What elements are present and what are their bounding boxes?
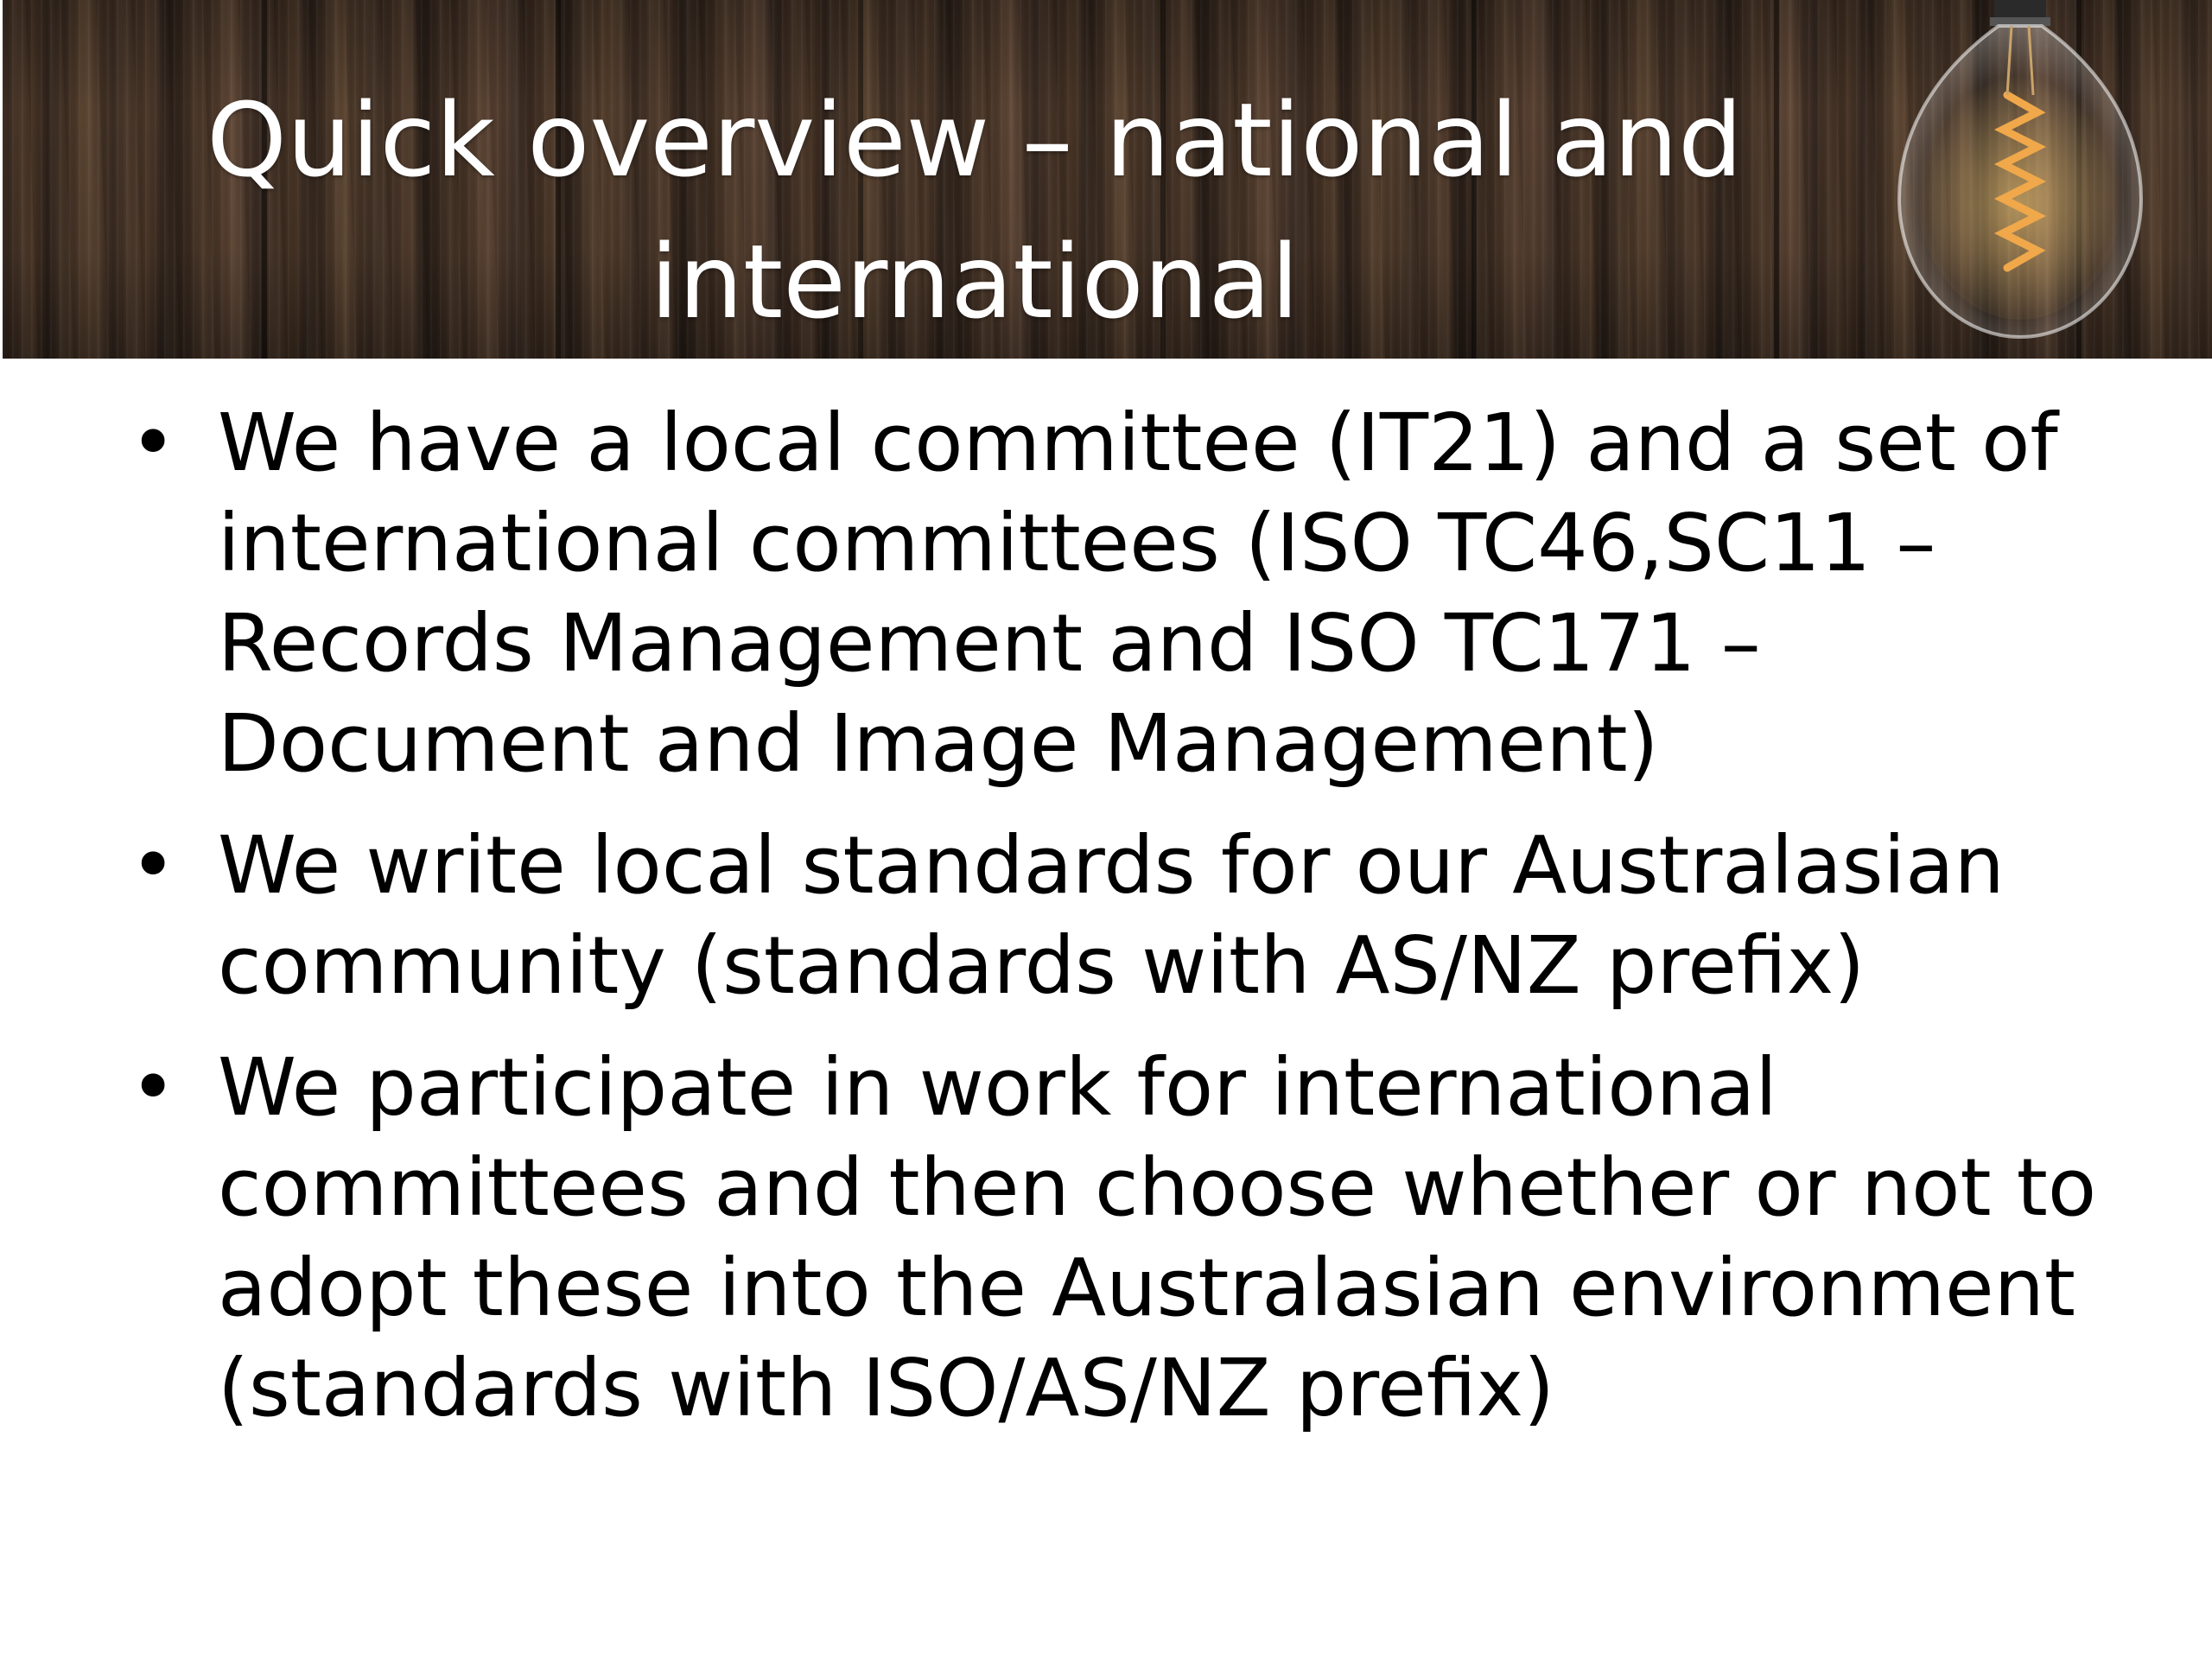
list-item: • We write local standards for our Austr…: [130, 816, 2143, 1016]
light-bulb-icon: [1897, 0, 2144, 340]
bullet-text: We have a local committee (IT21) and a s…: [218, 397, 2058, 790]
slide-title: Quick overview – national and internatio…: [207, 80, 1743, 341]
bullet-marker: •: [130, 1041, 177, 1134]
list-item: • We have a local committee (IT21) and a…: [130, 393, 2143, 794]
bullet-marker: •: [130, 397, 177, 489]
list-item: • We participate in work for internation…: [130, 1038, 2143, 1439]
bullet-text: We write local standards for our Austral…: [218, 819, 2005, 1012]
bullet-list: • We have a local committee (IT21) and a…: [130, 393, 2143, 1460]
bullet-marker: •: [130, 819, 177, 912]
bullet-text: We participate in work for international…: [218, 1041, 2097, 1434]
header-banner: Quick overview – national and internatio…: [3, 0, 2212, 359]
slide: Quick overview – national and internatio…: [0, 0, 2212, 1659]
